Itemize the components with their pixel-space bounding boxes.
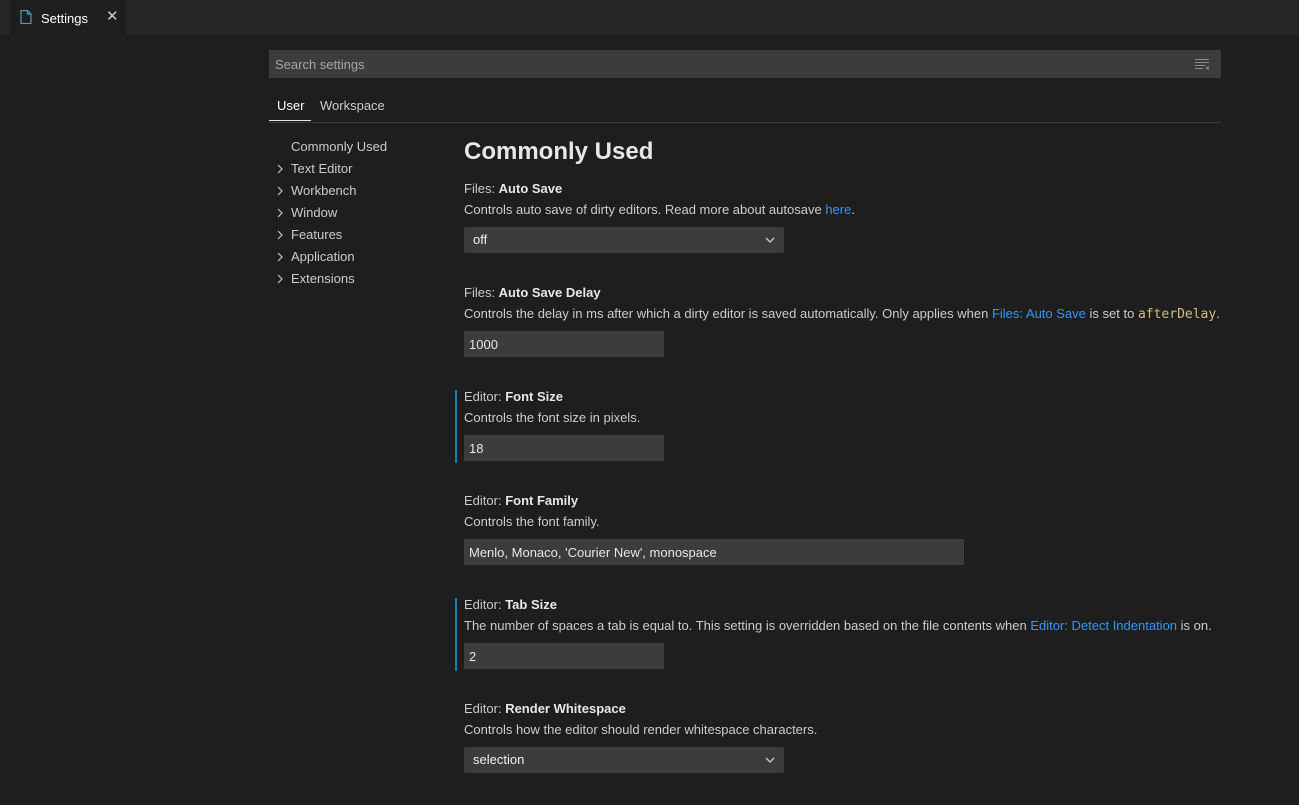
- settings-tab[interactable]: Settings ✕: [10, 0, 126, 35]
- description-text: Controls auto save of dirty editors. Rea…: [464, 202, 826, 217]
- detect-indentation-link[interactable]: Editor: Detect Indentation: [1030, 618, 1177, 633]
- settings-scope-tabs: User Workspace: [268, 94, 1221, 123]
- setting-description: Controls the font size in pixels.: [464, 410, 641, 425]
- setting-key: Render Whitespace: [505, 701, 626, 716]
- search-settings-box: [269, 50, 1221, 78]
- description-text: .: [1216, 306, 1220, 321]
- editor-tab-bar: Settings ✕: [0, 0, 1299, 35]
- autosave-docs-link[interactable]: here: [825, 202, 851, 217]
- chevron-right-icon: [277, 186, 283, 196]
- modified-indicator: [455, 598, 457, 671]
- setting-title: Files: Auto Save: [464, 181, 562, 196]
- setting-key: Tab Size: [505, 597, 557, 612]
- description-text: Controls the delay in ms after which a d…: [464, 306, 992, 321]
- setting-key: Auto Save: [498, 181, 563, 196]
- render-whitespace-select[interactable]: selection: [464, 747, 784, 773]
- setting-editor-font-family: Editor: Font Family Controls the font fa…: [464, 450, 1234, 565]
- toc-item-label: Workbench: [291, 183, 357, 198]
- modified-indicator: [455, 390, 457, 463]
- setting-title: Files: Auto Save Delay: [464, 285, 601, 300]
- toc-item-features[interactable]: Features: [269, 226, 449, 248]
- close-icon[interactable]: ✕: [106, 9, 119, 25]
- chevron-right-icon: [277, 230, 283, 240]
- toc-item-extensions[interactable]: Extensions: [269, 270, 449, 292]
- setting-category: Editor:: [464, 389, 506, 404]
- toc-item-label: Extensions: [291, 271, 355, 286]
- setting-category: Editor:: [464, 597, 506, 612]
- files-auto-save-link[interactable]: Files: Auto Save: [992, 306, 1086, 321]
- toc-item-window[interactable]: Window: [269, 204, 449, 226]
- setting-category: Editor:: [464, 493, 506, 508]
- setting-editor-tab-size: Editor: Tab Size The number of spaces a …: [455, 554, 1234, 671]
- setting-editor-render-whitespace: Editor: Render Whitespace Controls how t…: [464, 658, 1234, 773]
- toc-item-label: Commonly Used: [291, 139, 388, 154]
- toc-item-label: Text Editor: [291, 161, 353, 176]
- setting-description: Controls the font family.: [464, 514, 600, 529]
- setting-category: Files:: [464, 181, 499, 196]
- setting-title: Editor: Font Family: [464, 493, 578, 508]
- code-value: afterDelay: [1137, 307, 1217, 322]
- toc-item-label: Window: [291, 205, 338, 220]
- setting-category: Files:: [464, 285, 499, 300]
- setting-category: Editor:: [464, 701, 506, 716]
- setting-key: Auto Save Delay: [498, 285, 601, 300]
- settings-toc: Commonly Used Text Editor Workbench Wind…: [269, 138, 449, 292]
- setting-description: Controls how the editor should render wh…: [464, 722, 818, 737]
- tab-title: Settings: [41, 11, 88, 26]
- toc-item-workbench[interactable]: Workbench: [269, 182, 449, 204]
- chevron-right-icon: [277, 252, 283, 262]
- description-text: is set to: [1085, 306, 1138, 321]
- toc-item-text-editor[interactable]: Text Editor: [269, 160, 449, 182]
- setting-key: Font Family: [505, 493, 579, 508]
- chevron-right-icon: [277, 208, 283, 218]
- tab-user[interactable]: User: [268, 98, 313, 121]
- chevron-right-icon: [277, 274, 283, 284]
- toc-item-label: Application: [291, 249, 355, 264]
- setting-files-auto-save: Files: Auto Save Controls auto save of d…: [464, 138, 1234, 253]
- chevron-down-icon: [765, 757, 775, 763]
- description-text: is on.: [1177, 618, 1212, 633]
- tab-workspace[interactable]: Workspace: [320, 98, 385, 113]
- setting-description: Controls the delay in ms after which a d…: [464, 306, 1220, 322]
- setting-title: Editor: Tab Size: [464, 597, 557, 612]
- search-input[interactable]: [269, 50, 1175, 78]
- setting-description: Controls auto save of dirty editors. Rea…: [464, 202, 855, 217]
- description-text: The number of spaces a tab is equal to. …: [464, 618, 1031, 633]
- toc-item-application[interactable]: Application: [269, 248, 449, 270]
- setting-title: Editor: Render Whitespace: [464, 701, 626, 716]
- description-text: .: [851, 202, 855, 217]
- toc-item-commonly-used[interactable]: Commonly Used: [269, 138, 449, 160]
- setting-key: Font Size: [505, 389, 563, 404]
- setting-description: The number of spaces a tab is equal to. …: [464, 618, 1212, 633]
- setting-title: Editor: Font Size: [464, 389, 563, 404]
- chevron-right-icon: [277, 164, 283, 174]
- clear-filter-icon[interactable]: [1194, 58, 1210, 70]
- toc-item-label: Features: [291, 227, 343, 242]
- setting-editor-font-size: Editor: Font Size Controls the font size…: [455, 346, 1234, 463]
- select-value: selection: [473, 752, 525, 767]
- setting-files-auto-save-delay: Files: Auto Save Delay Controls the dela…: [464, 242, 1234, 357]
- file-icon: [20, 10, 32, 24]
